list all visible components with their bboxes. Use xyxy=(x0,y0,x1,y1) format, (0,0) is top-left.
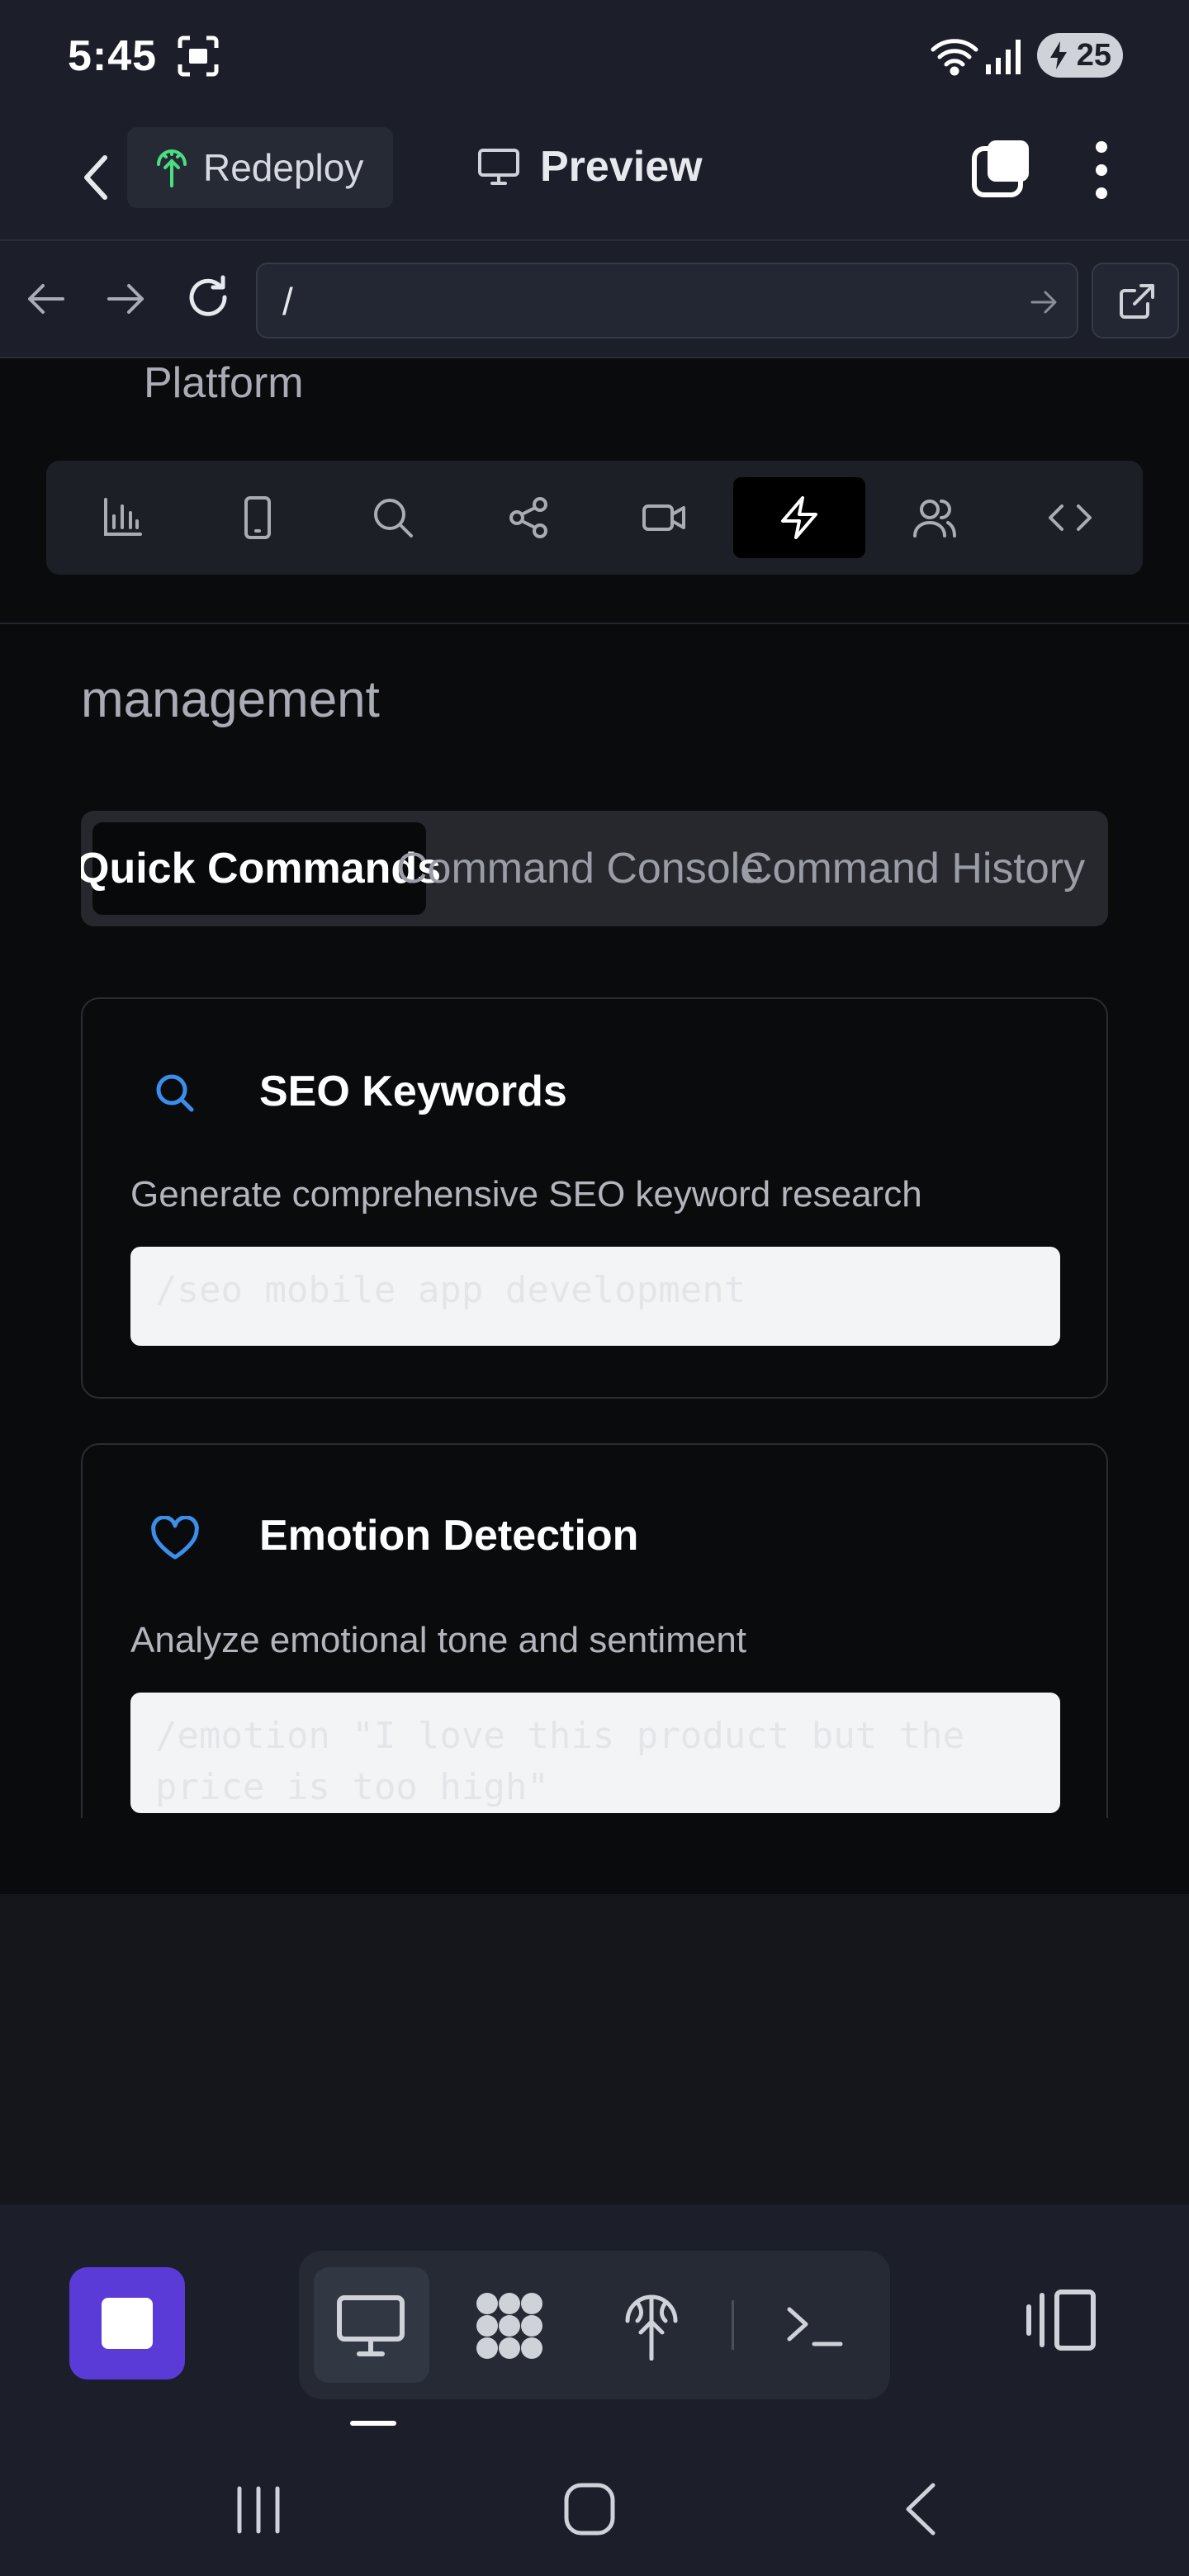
code-icon xyxy=(1049,504,1092,531)
command-input[interactable]: /seo mobile app development xyxy=(130,1247,1060,1346)
commands-tab[interactable] xyxy=(733,477,865,558)
mobile-icon xyxy=(244,496,271,539)
signal-icon xyxy=(986,38,1024,74)
terminal-view-button[interactable] xyxy=(770,2280,860,2371)
status-time: 5:45 xyxy=(68,32,158,80)
recent-apps-button[interactable] xyxy=(233,2485,284,2535)
desktop-view-button[interactable] xyxy=(325,2280,416,2371)
battery-level: 25 xyxy=(1076,37,1111,73)
desktop-icon xyxy=(337,2295,405,2356)
tab-command-history[interactable]: Command History xyxy=(741,844,1085,893)
feature-toolbar xyxy=(46,461,1143,575)
panel-toggle-icon xyxy=(1026,2290,1096,2351)
analytics-tab[interactable] xyxy=(56,477,188,558)
bottom-toolbar xyxy=(0,2204,1189,2444)
users-tab[interactable] xyxy=(869,477,1001,558)
search-icon xyxy=(156,1074,194,1112)
redeploy-button[interactable]: Redeploy xyxy=(127,127,393,208)
active-view-indicator xyxy=(350,2421,396,2426)
open-external-button[interactable] xyxy=(1092,263,1179,339)
reload-button[interactable] xyxy=(183,272,233,322)
home-button[interactable] xyxy=(563,2482,616,2536)
screenshot-icon xyxy=(177,35,220,78)
card-title: SEO Keywords xyxy=(259,1068,567,1115)
system-back-button[interactable] xyxy=(900,2482,941,2536)
section-divider xyxy=(0,623,1189,624)
wifi-icon xyxy=(930,36,979,76)
card-title: Emotion Detection xyxy=(259,1512,639,1560)
scroll-clip xyxy=(0,1818,1189,1894)
preview-title: Preview xyxy=(477,142,703,192)
command-tabs: Quick Commands Command Console Command H… xyxy=(81,811,1108,926)
heart-icon xyxy=(151,1516,199,1560)
stop-button[interactable] xyxy=(69,2267,185,2379)
arrow-right-icon xyxy=(107,284,144,314)
video-tab[interactable] xyxy=(598,477,730,558)
home-icon xyxy=(564,2483,615,2536)
preview-content: Platform management Quick Commands Comma… xyxy=(0,358,1189,1894)
url-text: / xyxy=(282,280,293,323)
platform-text: Platform xyxy=(144,359,304,407)
deploy-view-button[interactable] xyxy=(606,2280,697,2371)
reload-icon xyxy=(189,275,227,316)
command-input[interactable]: /emotion "I love this product but the pr… xyxy=(130,1693,1060,1813)
redeploy-label: Redeploy xyxy=(203,146,364,189)
back-button[interactable] xyxy=(59,140,134,215)
stop-icon xyxy=(102,2298,153,2349)
bar-chart-icon xyxy=(104,498,142,536)
users-icon xyxy=(913,500,956,537)
terminal-icon xyxy=(787,2307,843,2346)
lightning-icon xyxy=(781,496,817,539)
browser-back-button[interactable] xyxy=(23,276,69,322)
recent-apps-icon xyxy=(237,2486,280,2534)
more-vertical-icon xyxy=(1096,141,1107,199)
apps-view-button[interactable] xyxy=(464,2280,555,2371)
tab-command-console[interactable]: Command Console xyxy=(396,844,764,893)
view-divider xyxy=(732,2300,734,2350)
search-icon xyxy=(374,499,413,537)
panel-toggle-button[interactable] xyxy=(1024,2287,1098,2353)
view-switcher xyxy=(299,2251,890,2399)
monitor-icon xyxy=(478,149,519,185)
card-description: Generate comprehensive SEO keyword resea… xyxy=(130,1174,922,1215)
tab-quick-commands[interactable]: Quick Commands xyxy=(81,844,441,893)
system-navigation-bar xyxy=(0,2444,1189,2576)
tabs-icon xyxy=(972,140,1029,197)
external-link-icon xyxy=(1120,284,1154,319)
url-input[interactable]: / xyxy=(256,263,1078,339)
tabs-button[interactable] xyxy=(969,137,1032,200)
app-bar: Redeploy Preview xyxy=(0,112,1189,241)
status-bar: 5:45 25 xyxy=(0,0,1189,112)
browser-forward-button[interactable] xyxy=(102,276,149,322)
arrow-left-icon xyxy=(28,284,64,314)
search-tab[interactable] xyxy=(327,477,459,558)
command-card-seo: SEO Keywords Generate comprehensive SEO … xyxy=(81,997,1108,1399)
apps-icon xyxy=(476,2293,542,2359)
code-tab[interactable] xyxy=(1004,477,1136,558)
more-options-button[interactable] xyxy=(1082,137,1121,203)
share-icon xyxy=(509,497,547,538)
deploy-icon xyxy=(625,2294,678,2361)
charging-icon xyxy=(1050,41,1067,69)
chevron-left-icon xyxy=(84,155,107,200)
mobile-tab[interactable] xyxy=(192,477,324,558)
url-bar-row: / xyxy=(0,241,1189,358)
empty-area xyxy=(0,1894,1189,2204)
share-tab[interactable] xyxy=(462,477,594,558)
redeploy-icon xyxy=(157,149,187,187)
battery-indicator: 25 xyxy=(1037,33,1123,78)
preview-label: Preview xyxy=(540,143,703,191)
video-icon xyxy=(642,504,685,531)
section-heading: management xyxy=(81,671,380,728)
card-description: Analyze emotional tone and sentiment xyxy=(130,1620,747,1660)
go-arrow-icon[interactable] xyxy=(1027,286,1060,319)
back-icon xyxy=(906,2483,936,2536)
